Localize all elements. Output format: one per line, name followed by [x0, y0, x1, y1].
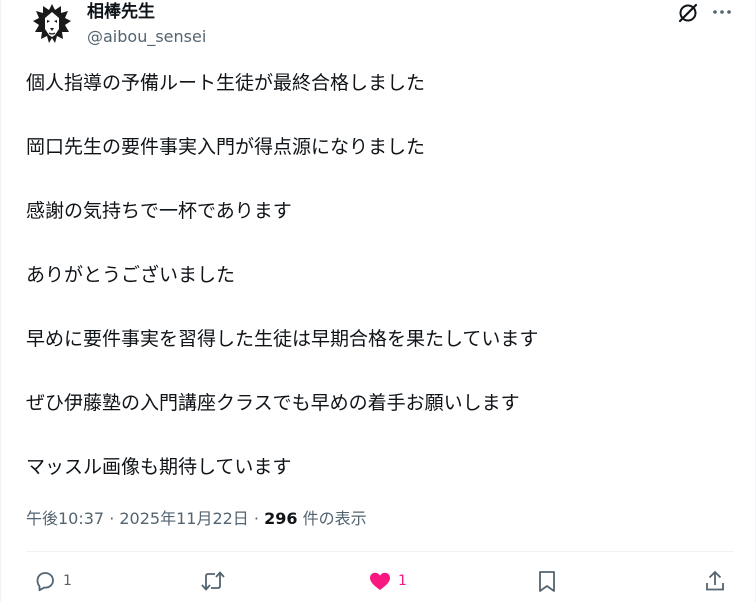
views-count: 296	[264, 509, 298, 528]
heart-icon	[370, 572, 390, 590]
like-button[interactable]: 1	[368, 568, 407, 594]
more-icon[interactable]	[712, 4, 732, 18]
tweet-body: 個人指導の予備ルート生徒が最終合格しました 岡口先生の要件事実入門が得点源になり…	[26, 68, 726, 516]
share-icon	[706, 571, 724, 591]
retweet-button[interactable]	[200, 568, 226, 594]
tweet-text-line: マッスル画像も期待しています	[26, 456, 292, 478]
reply-button[interactable]: 1	[33, 568, 72, 594]
tweet-text-line: 個人指導の予備ルート生徒が最終合格しました	[26, 72, 426, 94]
tweet-text-line: 早めに要件事実を習得した生徒は早期合格を果たしています	[26, 328, 539, 350]
views-label: 件の表示	[297, 509, 367, 528]
tweet-meta: 午後10:37 · 2025年11月22日 · 296 件の表示	[26, 508, 367, 530]
bookmark-button[interactable]	[536, 568, 558, 594]
retweet-icon	[201, 571, 225, 591]
tweet-text-line: ありがとうございました	[26, 264, 236, 286]
grok-icon[interactable]	[677, 2, 699, 24]
reply-icon	[36, 572, 54, 592]
author-handle[interactable]: @aibou_sensei	[87, 27, 206, 47]
tweet-text-line: ぜひ伊藤塾の入門講座クラスでも早めの着手お願いします	[26, 392, 520, 414]
tweet-text-line: 感謝の気持ちで一杯であります	[26, 200, 292, 222]
bookmark-icon	[539, 571, 555, 592]
author-display-name[interactable]: 相棒先生	[87, 1, 155, 23]
like-count: 1	[398, 573, 407, 589]
divider	[26, 551, 734, 552]
reply-count: 1	[63, 573, 72, 589]
tweet-timestamp[interactable]: 午後10:37 · 2025年11月22日 ·	[26, 509, 264, 528]
tweet-text-line: 岡口先生の要件事実入門が得点源になりました	[26, 136, 426, 158]
share-button[interactable]	[703, 568, 727, 594]
tweet-header: 相棒先生 @aibou_sensei	[1, 0, 756, 50]
tweet-card: 相棒先生 @aibou_sensei 個人指導の予備ルート生徒が最終合格しました…	[0, 0, 756, 602]
lion-avatar-icon[interactable]	[31, 2, 73, 46]
